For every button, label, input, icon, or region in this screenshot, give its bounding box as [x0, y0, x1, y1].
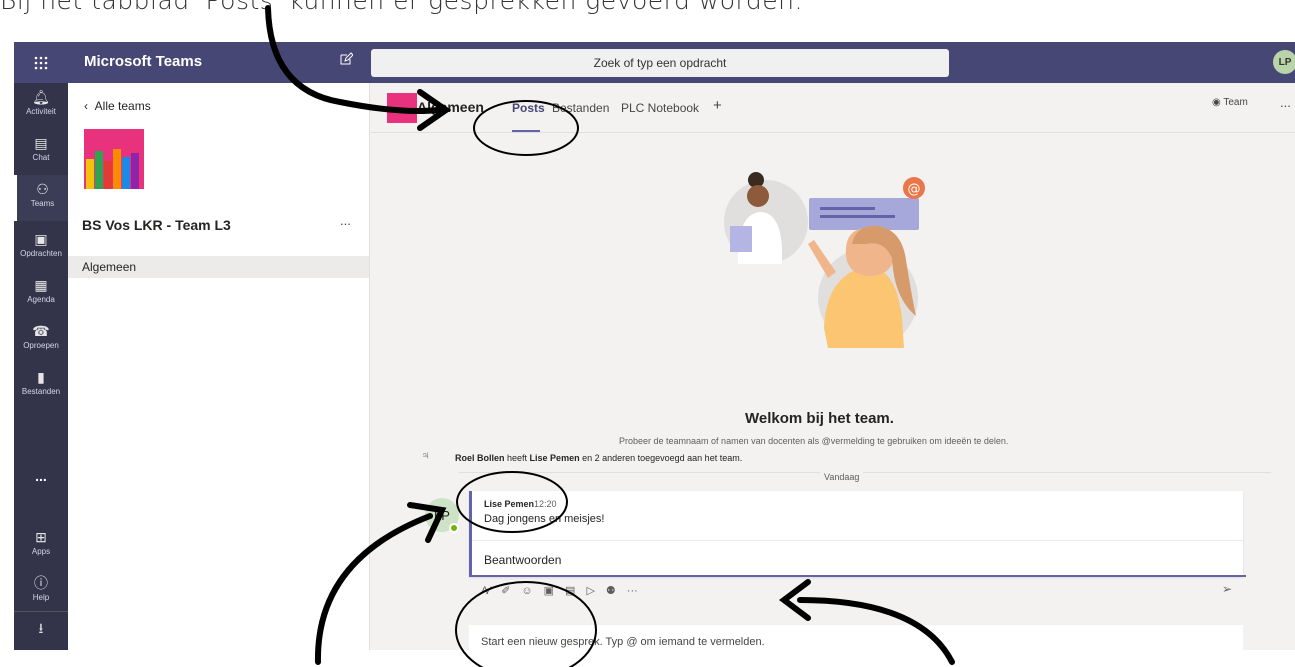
add-tab-icon[interactable]: +	[713, 97, 722, 114]
user-avatar[interactable]: LP	[1273, 50, 1295, 74]
rail-item-apps[interactable]: ⊞ Apps	[14, 523, 68, 569]
post-timestamp: 12:20	[534, 499, 557, 509]
activity-message: Roel Bollen heeft Lise Pemen en 2 andere…	[455, 453, 742, 463]
channel-item-general[interactable]: Algemeen	[68, 256, 369, 278]
more-apps-icon[interactable]: ...	[14, 468, 68, 484]
top-bar: Microsoft Teams Zoek of typ een opdracht…	[14, 42, 1295, 83]
calendar-icon: ▦	[34, 277, 48, 293]
format-icon[interactable]: A∕	[481, 585, 490, 597]
channel-header: Algemeen Posts Bestanden PLC Notebook + …	[371, 83, 1295, 133]
rail-label: Activiteit	[26, 107, 56, 116]
rail-label: Teams	[30, 199, 55, 208]
eye-icon: ◉	[1212, 97, 1221, 108]
rail-item-activity[interactable]: 🔔︎ Activiteit	[14, 83, 68, 129]
post-author[interactable]: Lise Pemen	[484, 499, 534, 509]
channel-name: Algemeen	[417, 99, 484, 115]
new-chat-icon[interactable]	[339, 52, 354, 69]
rail-item-calls[interactable]: ☎ Oproepen	[14, 317, 68, 363]
back-label: Alle teams	[94, 99, 151, 113]
tab-posts[interactable]: Posts	[512, 101, 545, 115]
activity-verb: heeft	[504, 453, 530, 463]
rail-label: Agenda	[27, 295, 55, 304]
post-body: Dag jongens en meisjes!	[484, 513, 605, 525]
teams-icon: ⚇	[36, 181, 49, 197]
reply-input[interactable]: Beantwoorden	[484, 553, 561, 567]
team-button[interactable]: ◉ Team	[1212, 97, 1248, 108]
rail-item-chat[interactable]: ▤ Chat	[14, 129, 68, 175]
welcome-illustration: @	[724, 172, 925, 348]
rail-label: Opdrachten	[20, 249, 62, 258]
back-to-all-teams[interactable]: ‹ Alle teams	[84, 99, 151, 113]
giphy-icon[interactable]: ▣	[544, 584, 554, 597]
rail-item-calendar[interactable]: ▦ Agenda	[14, 271, 68, 317]
search-input[interactable]: Zoek of typ een opdracht	[371, 49, 949, 77]
team-more-icon[interactable]: ...	[340, 213, 351, 228]
apps-icon: ⊞	[35, 529, 47, 545]
attach-icon[interactable]: ✐	[501, 584, 510, 597]
sticker-icon[interactable]: ▤	[565, 584, 575, 597]
reply-divider	[472, 540, 1243, 541]
screenshot-stage: Bij het tabblad 'Posts' kunnen er gespre…	[0, 0, 1295, 667]
reply-input-underline	[472, 575, 1246, 577]
caption-text: Bij het tabblad 'Posts' kunnen er gespre…	[0, 0, 803, 15]
bell-icon: 🔔︎	[32, 89, 50, 105]
presence-available-icon	[449, 523, 459, 533]
emoji-icon[interactable]: ☺	[521, 585, 532, 597]
download-app-icon[interactable]: ⭳	[14, 611, 68, 641]
app-title: Microsoft Teams	[84, 53, 203, 70]
activity-target: Lise Pemen	[529, 453, 580, 463]
files-icon: ▮	[37, 369, 45, 385]
rail-label: Oproepen	[23, 341, 59, 350]
teams-window: Microsoft Teams Zoek of typ een opdracht…	[14, 42, 1295, 650]
welcome-text: Probeer de teamnaam of namen van docente…	[619, 436, 1009, 446]
chat-icon: ▤	[34, 135, 48, 151]
rail-item-assignments[interactable]: ▣ Opdrachten	[14, 225, 68, 271]
rail-label: Bestanden	[21, 387, 61, 396]
rail-item-help[interactable]: ⓘ Help	[14, 569, 68, 615]
more-icon[interactable]: ···	[627, 585, 638, 597]
add-member-icon: ♃	[421, 448, 430, 462]
rail-label: Chat	[32, 153, 50, 162]
help-icon: ⓘ	[34, 575, 48, 591]
rail-item-teams[interactable]: ⚇ Teams	[14, 175, 68, 221]
welcome-title: Welkom bij het team.	[745, 410, 894, 427]
app-launcher-icon[interactable]	[14, 42, 68, 83]
team-panel: ‹ Alle teams BS Vos LKR - Team L3 ... Al…	[68, 83, 370, 650]
rail-label: Apps	[31, 547, 51, 556]
team-name: BS Vos LKR - Team L3	[82, 217, 231, 233]
tab-plc-notebook[interactable]: PLC Notebook	[621, 101, 699, 115]
chevron-left-icon: ‹	[84, 99, 88, 113]
channel-main: Algemeen Posts Bestanden PLC Notebook + …	[371, 83, 1295, 650]
date-separator-label: Vandaag	[820, 472, 864, 482]
channel-team-image	[387, 93, 417, 123]
send-icon[interactable]: ➢	[1222, 582, 1232, 596]
date-divider	[459, 472, 1271, 473]
team-button-label: Team	[1223, 97, 1248, 108]
svg-text:@: @	[908, 182, 921, 197]
header-more-icon[interactable]: ...	[1280, 95, 1291, 110]
active-tab-indicator	[512, 130, 540, 132]
channel-post: Lise Pemen 12:20 Dag jongens en meisjes!…	[469, 491, 1246, 577]
rail-label: Help	[32, 593, 50, 602]
app-rail: 🔔︎ Activiteit ▤ Chat ⚇ Teams ▣ Opdrachte…	[14, 83, 68, 650]
new-conversation-input[interactable]: Start een nieuw gesprek. Typ @ om iemand…	[469, 625, 1243, 650]
assignments-icon: ▣	[34, 231, 48, 247]
phone-icon: ☎	[32, 323, 50, 339]
tab-files[interactable]: Bestanden	[552, 101, 609, 115]
meet-icon[interactable]: ▷	[586, 584, 594, 597]
praise-icon[interactable]: ⚉	[606, 584, 616, 597]
reply-toolbar: A∕ ✐ ☺ ▣ ▤ ▷ ⚉ ···	[481, 584, 649, 597]
activity-rest: en 2 anderen toegevoegd aan het team.	[579, 453, 743, 463]
team-image	[84, 129, 144, 189]
activity-actor: Roel Bollen	[455, 453, 505, 463]
rail-item-files[interactable]: ▮ Bestanden	[14, 363, 68, 409]
